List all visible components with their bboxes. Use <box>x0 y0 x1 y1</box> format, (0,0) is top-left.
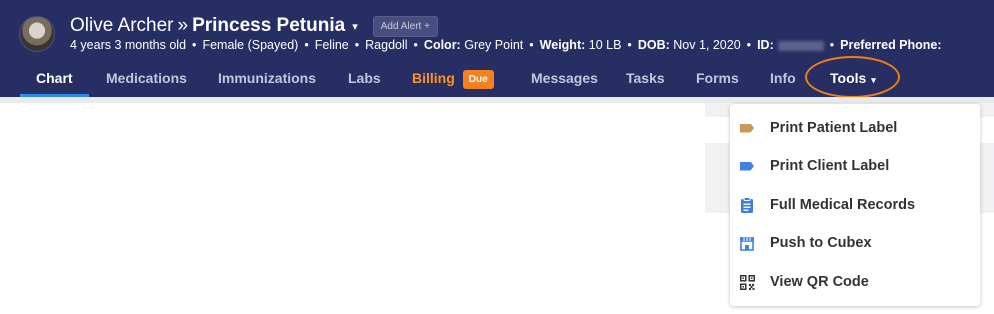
pet-sex: Female (Spayed) <box>202 38 299 52</box>
tab-info[interactable]: Info <box>770 60 796 97</box>
tag-icon <box>739 120 755 136</box>
bullet: • <box>413 38 418 52</box>
menu-item-print-client-label[interactable]: Print Client Label <box>730 147 980 185</box>
bullet: • <box>627 38 632 52</box>
tools-dropdown-menu: Print Patient Label Print Client Label F… <box>730 104 980 306</box>
chevron-down-icon[interactable]: ▾ <box>352 20 358 33</box>
tab-forms[interactable]: Forms <box>696 60 739 97</box>
menu-item-full-medical-records[interactable]: Full Medical Records <box>730 186 980 224</box>
bullet: • <box>529 38 534 52</box>
tools-highlight-ring <box>805 56 900 98</box>
bullet: • <box>304 38 309 52</box>
owner-name-link[interactable]: Olive Archer <box>70 15 173 37</box>
tab-chart[interactable]: Chart <box>20 60 88 97</box>
menu-item-label: View QR Code <box>770 274 869 290</box>
tab-tasks[interactable]: Tasks <box>626 60 665 97</box>
id-label: ID: <box>757 38 774 52</box>
bullet: • <box>354 38 360 52</box>
menu-item-push-to-cubex[interactable]: Push to Cubex <box>730 224 980 262</box>
add-alert-button[interactable]: Add Alert + <box>372 15 438 37</box>
menu-item-view-qr-code[interactable]: View QR Code <box>730 263 980 301</box>
color-value: Grey Point <box>464 38 524 52</box>
patient-header: Olive Archer » Princess Petunia ▾ Add Al… <box>0 0 994 98</box>
tab-labs[interactable]: Labs <box>348 60 381 97</box>
breadcrumb-separator: » <box>177 15 189 36</box>
color-label: Color: <box>423 38 461 52</box>
store-icon <box>739 235 755 251</box>
dob-label: DOB: <box>637 38 670 52</box>
pet-species: Feline <box>314 38 349 52</box>
dob-value: Nov 1, 2020 <box>673 38 741 52</box>
menu-item-label: Push to Cubex <box>770 235 872 251</box>
tab-billing-label: Billing <box>412 70 455 86</box>
redacted-id <box>777 40 824 51</box>
pet-age: 4 years 3 months old <box>70 38 187 52</box>
tab-medications[interactable]: Medications <box>106 60 187 97</box>
weight-label: Weight: <box>539 38 586 52</box>
clipboard-icon <box>739 197 755 213</box>
pet-name[interactable]: Princess Petunia <box>192 15 345 37</box>
bullet: • <box>746 38 752 52</box>
bullet: • <box>829 38 835 52</box>
weight-value: 10 LB <box>588 38 622 52</box>
billing-due-badge: Due <box>462 69 494 89</box>
tab-messages[interactable]: Messages <box>531 60 598 97</box>
menu-item-label: Full Medical Records <box>770 197 916 213</box>
preferred-phone-label: Preferred Phone: <box>840 38 942 52</box>
title-row: Olive Archer » Princess Petunia ▾ Add Al… <box>70 13 438 39</box>
menu-item-label: Print Patient Label <box>770 120 898 136</box>
pet-breed: Ragdoll <box>365 38 408 52</box>
menu-item-label: Print Client Label <box>770 158 890 174</box>
pet-avatar[interactable] <box>19 16 55 52</box>
tag-icon <box>739 158 755 174</box>
tab-immunizations[interactable]: Immunizations <box>218 60 316 97</box>
qr-code-icon <box>739 274 755 290</box>
tab-billing[interactable]: Billing Due <box>412 60 494 97</box>
menu-item-print-patient-label[interactable]: Print Patient Label <box>730 109 980 147</box>
patient-info-row: 4 years 3 months old • Female (Spayed) • Fel… <box>70 38 942 52</box>
bullet: • <box>192 38 197 52</box>
